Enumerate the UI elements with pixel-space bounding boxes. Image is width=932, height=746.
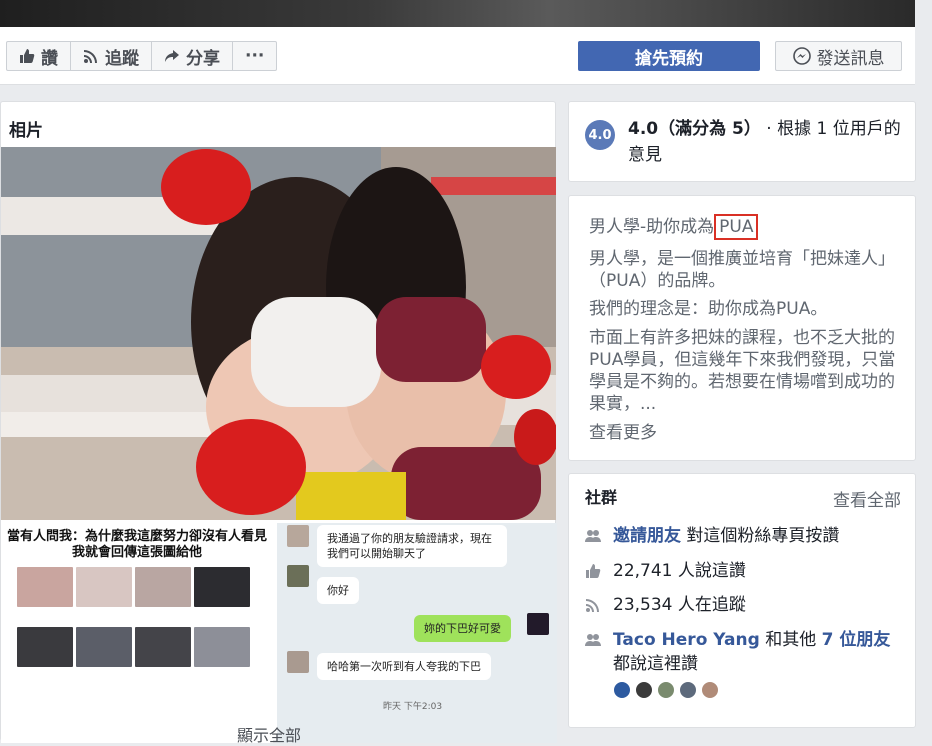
- like-label: 讚: [41, 48, 58, 69]
- meme-thumbnail[interactable]: 當有人問我：為什麼我這麼努力卻沒有人看見 我就會回傳這張圖給他: [1, 523, 273, 743]
- invite-friends-link[interactable]: 邀請朋友: [613, 526, 681, 546]
- page-actions-group: 讚 追蹤 分享 ···: [6, 41, 278, 71]
- about-paragraph-2: 我們的理念是：助你成為PUA。: [589, 299, 828, 319]
- cover-photo: [0, 0, 915, 27]
- friend-avatars: [613, 681, 719, 699]
- share-button[interactable]: 分享: [152, 42, 233, 70]
- share-label: 分享: [186, 48, 220, 69]
- chat-avatar: [527, 613, 549, 635]
- send-message-label: 發送訊息: [816, 48, 885, 69]
- thumbs-up-icon: [20, 49, 35, 63]
- likes-count: 22,741 人說這讚: [613, 561, 746, 581]
- page-action-bar: 讚 追蹤 分享 ··· 搶先預約 發送訊息: [0, 27, 915, 85]
- about-paragraph-1: 男人學，是一個推廣並培育「把妹達人」（PUA）的品牌。: [589, 249, 895, 291]
- about-card: 男人學-助你成為 PUA 男人學，是一個推廣並培育「把妹達人」（PUA）的品牌。 …: [568, 195, 916, 461]
- thumbs-up-icon: [586, 564, 601, 578]
- chat-message: 我通過了你的朋友驗證請求，現在我們可以開始聊天了: [317, 525, 507, 567]
- likes-row: 22,741 人說這讚: [585, 559, 905, 583]
- messenger-icon: [792, 47, 811, 65]
- avatar[interactable]: [657, 681, 675, 699]
- like-button[interactable]: 讚: [7, 42, 71, 70]
- community-see-all-link[interactable]: 查看全部: [833, 486, 901, 511]
- video-thumb: [135, 567, 191, 607]
- rating-text[interactable]: 4.0（滿分為 5） · 根據 1 位用戶的意見: [628, 116, 904, 168]
- chat-avatar: [287, 651, 309, 673]
- avatar[interactable]: [679, 681, 697, 699]
- see-more-link[interactable]: 查看更多: [589, 418, 657, 443]
- see-all-photos-link[interactable]: 顯示全部: [237, 722, 301, 746]
- send-message-button[interactable]: 發送訊息: [775, 41, 902, 71]
- meme-headline: 當有人問我：為什麼我這麼努力卻沒有人看見 我就會回傳這張圖給他: [6, 529, 267, 560]
- video-thumb: [135, 627, 191, 667]
- book-now-button[interactable]: 搶先預約: [578, 41, 760, 71]
- video-thumb: [76, 627, 132, 667]
- other-friends-link[interactable]: 7 位朋友: [822, 630, 891, 650]
- chat-avatar: [287, 565, 309, 587]
- about-title: 男人學-助你成為 PUA: [589, 212, 759, 240]
- main-photo[interactable]: [1, 147, 556, 520]
- rss-icon: [586, 599, 599, 612]
- invite-friends-row: 邀請朋友 對這個粉絲專頁按讚: [585, 524, 905, 548]
- rating-card: 4.0 4.0（滿分為 5） · 根據 1 位用戶的意見: [568, 101, 916, 182]
- about-title-prefix: 男人學-助你成為: [589, 217, 715, 237]
- chat-avatar: [287, 525, 309, 547]
- community-card: 社群 查看全部 邀請朋友 對這個粉絲專頁按讚 22,741 人說這讚 23,53…: [568, 473, 916, 728]
- photos-card: 相片 當有人問我：為什麼我這麼努力卻沒有人看見 我就會回傳這張圖給他 我通過了你…: [0, 101, 557, 745]
- video-thumb: [194, 627, 250, 667]
- follows-count: 23,534 人在追蹤: [613, 595, 746, 615]
- avatar[interactable]: [613, 681, 631, 699]
- chat-screenshot-thumbnail[interactable]: 我通過了你的朋友驗證請求，現在我們可以開始聊天了 你好 妳的下巴好可愛 哈哈第一…: [277, 523, 557, 743]
- chat-message: 哈哈第一次听到有人夸我的下巴: [317, 653, 491, 680]
- friends-like-row: Taco Hero Yang 和其他 7 位朋友都說這裡讚: [585, 628, 905, 676]
- follows-row: 23,534 人在追蹤: [585, 593, 905, 617]
- rating-score: 4.0（滿分為 5）: [628, 119, 761, 139]
- follow-label: 追蹤: [105, 48, 139, 69]
- friend-name-link[interactable]: Taco Hero Yang: [613, 630, 760, 650]
- friends-icon: [585, 634, 601, 646]
- friends-icon: [585, 530, 601, 542]
- chat-message: 你好: [317, 577, 359, 604]
- photos-title: 相片: [9, 121, 43, 141]
- follow-button[interactable]: 追蹤: [71, 42, 152, 70]
- chat-timestamp: 昨天 下午2:03: [383, 702, 443, 712]
- friends-tail-text: 都說這裡讚: [613, 654, 698, 674]
- boxing-photo-illustration: [1, 147, 556, 520]
- more-options-button[interactable]: ···: [233, 42, 276, 70]
- about-paragraph-3: 市面上有許多把妹的課程，也不乏大批的PUA學員，但這幾年下來我們發現，只當學員是…: [589, 328, 896, 414]
- chat-message-sent: 妳的下巴好可愛: [414, 615, 511, 642]
- video-thumb: [76, 567, 132, 607]
- video-thumb: [17, 567, 73, 607]
- rss-icon: [84, 50, 97, 63]
- avatar[interactable]: [635, 681, 653, 699]
- friends-mid-text: 和其他: [765, 630, 817, 650]
- share-arrow-icon: [165, 50, 179, 62]
- video-thumb: [194, 567, 250, 607]
- rating-badge: 4.0: [585, 120, 615, 150]
- avatar[interactable]: [701, 681, 719, 699]
- video-thumb: [17, 627, 73, 667]
- pua-highlight: PUA: [714, 214, 759, 240]
- more-label: ···: [245, 46, 265, 66]
- video-grid: [17, 567, 250, 687]
- invite-friends-text: 對這個粉絲專頁按讚: [686, 526, 840, 546]
- community-title: 社群: [585, 488, 618, 507]
